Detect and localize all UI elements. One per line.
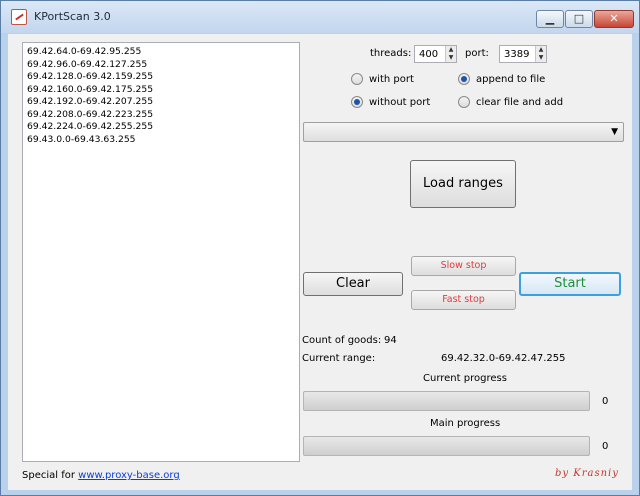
- count-of-goods-value: 94: [384, 335, 397, 346]
- range-line: 69.43.0.0-69.43.63.255: [27, 133, 136, 145]
- threads-label: threads:: [370, 48, 412, 59]
- special-for-label: Special for: [22, 470, 75, 481]
- clear-file-and-add-label[interactable]: clear file and add: [476, 97, 563, 108]
- port-label: port:: [465, 48, 489, 59]
- with-port-radio[interactable]: [351, 73, 363, 85]
- spin-down-icon[interactable]: ▼: [446, 54, 456, 62]
- footer-special-for: Special for www.proxy-base.org: [22, 470, 180, 481]
- main-progress-bar: [303, 436, 590, 456]
- spin-up-icon[interactable]: ▲: [536, 46, 546, 54]
- range-line: 69.42.208.0-69.42.223.255: [27, 108, 154, 120]
- threads-spin-arrows[interactable]: ▲ ▼: [445, 46, 456, 62]
- title-bar[interactable]: KPortScan 3.0 ▁ □ ✕: [1, 1, 639, 33]
- with-port-label[interactable]: with port: [369, 74, 414, 85]
- range-line: 69.42.224.0-69.42.255.255: [27, 121, 154, 132]
- spin-up-icon[interactable]: ▲: [446, 46, 456, 54]
- current-progress-label: Current progress: [423, 373, 507, 384]
- spin-down-icon[interactable]: ▼: [536, 54, 546, 62]
- app-icon: [11, 9, 27, 25]
- append-to-file-label[interactable]: append to file: [476, 74, 545, 85]
- current-progress-value: 0: [602, 396, 609, 407]
- client-area: 69.42.64.0-69.42.95.255 69.42.96.0-69.42.…: [8, 34, 632, 490]
- app-window: KPortScan 3.0 ▁ □ ✕ 69.42.64.0-69.42.95.…: [0, 0, 640, 496]
- range-line: 69.42.160.0-69.42.175.255: [27, 83, 154, 95]
- range-line: 69.42.64.0-69.42.95.255: [27, 46, 142, 57]
- clear-file-and-add-radio[interactable]: [458, 96, 470, 108]
- options-dropdown[interactable]: ▼: [303, 122, 624, 142]
- close-button[interactable]: ✕: [594, 10, 634, 28]
- current-progress-bar: [303, 391, 590, 411]
- append-to-file-radio[interactable]: [458, 73, 470, 85]
- clear-button[interactable]: Clear: [303, 272, 403, 296]
- range-line: 69.42.192.0-69.42.207.255: [27, 96, 154, 107]
- current-range-value: 69.42.32.0-69.42.47.255: [441, 353, 566, 364]
- slow-stop-button[interactable]: Slow stop: [411, 256, 516, 276]
- window-title: KPortScan 3.0: [34, 10, 111, 23]
- fast-stop-button[interactable]: Fast stop: [411, 290, 516, 310]
- port-spin-arrows[interactable]: ▲ ▼: [535, 46, 546, 62]
- port-value: 3389: [504, 49, 530, 60]
- count-of-goods-label: Count of goods:: [302, 335, 382, 346]
- dropdown-arrow-icon[interactable]: ▼: [611, 127, 618, 137]
- without-port-label[interactable]: without port: [369, 97, 430, 108]
- start-button[interactable]: Start: [519, 272, 621, 296]
- author-signature: by Krasniy: [555, 468, 619, 479]
- proxy-base-link[interactable]: www.proxy-base.org: [78, 470, 180, 481]
- load-ranges-button[interactable]: Load ranges: [410, 160, 516, 208]
- main-progress-label: Main progress: [430, 418, 501, 429]
- ranges-textarea[interactable]: 69.42.64.0-69.42.95.255 69.42.96.0-69.42.…: [22, 42, 300, 462]
- maximize-button[interactable]: □: [565, 10, 593, 28]
- main-progress-value: 0: [602, 441, 609, 452]
- range-line: 69.42.128.0-69.42.159.255: [27, 71, 154, 82]
- threads-value: 400: [419, 49, 439, 60]
- port-spinbox[interactable]: 3389 ▲ ▼: [499, 45, 547, 63]
- range-line: 69.42.96.0-69.42.127.255: [27, 58, 148, 70]
- threads-spinbox[interactable]: 400 ▲ ▼: [414, 45, 457, 63]
- without-port-radio[interactable]: [351, 96, 363, 108]
- minimize-button[interactable]: ▁: [536, 10, 564, 28]
- current-range-label: Current range:: [302, 353, 376, 364]
